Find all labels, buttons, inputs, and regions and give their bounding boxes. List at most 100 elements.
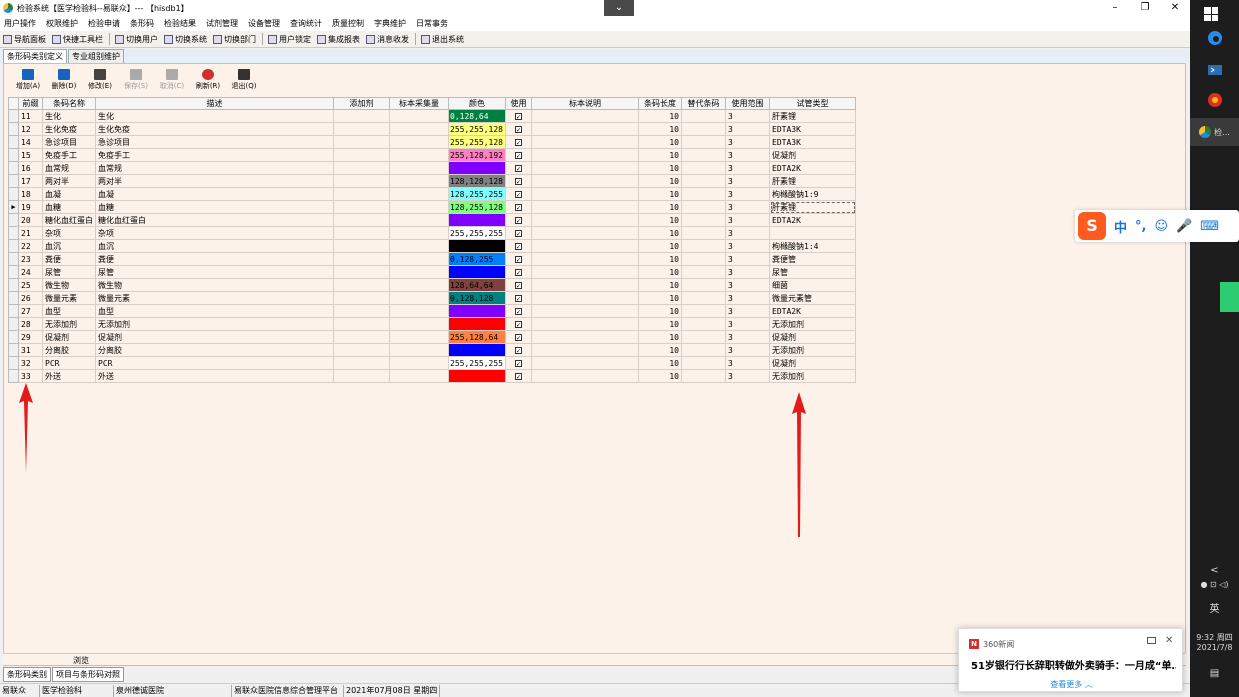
sample-volume-cell[interactable] <box>389 356 449 370</box>
sample-volume-cell[interactable] <box>389 369 449 383</box>
sample-note-cell[interactable] <box>531 239 639 253</box>
color-cell[interactable]: 255,255,128 <box>448 122 506 136</box>
use-checkbox[interactable]: ✓ <box>515 320 522 328</box>
sample-volume-cell[interactable] <box>389 148 449 162</box>
tube-type-cell[interactable] <box>769 226 856 240</box>
alt-barcode-cell[interactable] <box>681 252 726 266</box>
use-range-cell[interactable]: 3 <box>725 291 770 305</box>
barcode-length-cell[interactable]: 10 <box>638 148 682 162</box>
color-cell[interactable] <box>448 239 506 253</box>
use-checkbox[interactable]: ✓ <box>515 294 522 302</box>
ime-punctuation-icon[interactable]: °, <box>1135 219 1146 234</box>
tube-type-cell[interactable]: 枸橼酸钠1:4 <box>769 239 856 253</box>
description-cell[interactable]: 促凝剂 <box>95 330 334 344</box>
use-cell[interactable]: ✓ <box>505 369 532 383</box>
barcode-length-cell[interactable]: 10 <box>638 109 682 123</box>
use-cell[interactable]: ✓ <box>505 213 532 227</box>
taskbar-app-lis[interactable]: 检... <box>1190 118 1239 146</box>
prefix-cell[interactable]: 27 <box>18 304 43 318</box>
sample-volume-cell[interactable] <box>389 161 449 175</box>
action-edit-button[interactable]: 修改(E) <box>82 69 118 97</box>
barcode-length-cell[interactable]: 10 <box>638 161 682 175</box>
description-cell[interactable]: 微生物 <box>95 278 334 292</box>
barcode-length-cell[interactable]: 10 <box>638 187 682 201</box>
chevron-down-icon[interactable]: ⌄ <box>604 0 634 16</box>
use-checkbox[interactable]: ✓ <box>515 203 522 211</box>
row-indicator[interactable] <box>8 252 19 266</box>
tube-type-cell[interactable]: 促凝剂 <box>769 330 856 344</box>
color-cell[interactable]: 255,0,0 <box>448 317 506 331</box>
use-checkbox[interactable]: ✓ <box>515 138 522 146</box>
prefix-cell[interactable]: 20 <box>18 213 43 227</box>
toolbar-button-6[interactable]: 集成报表 <box>317 34 360 45</box>
sample-note-cell[interactable] <box>531 265 639 279</box>
clock-time[interactable]: 9:32 周四 <box>1190 632 1239 643</box>
sample-note-cell[interactable] <box>531 330 639 344</box>
use-cell[interactable]: ✓ <box>505 122 532 136</box>
barcode-length-cell[interactable]: 10 <box>638 291 682 305</box>
barcode-length-cell[interactable]: 10 <box>638 317 682 331</box>
name-cell[interactable]: 杂项 <box>42 226 96 240</box>
table-row[interactable]: 26 微量元素 微量元素 0,128,128 ✓ 10 3 微量元素管 <box>8 291 856 305</box>
use-checkbox[interactable]: ✓ <box>515 346 522 354</box>
description-cell[interactable]: 微量元素 <box>95 291 334 305</box>
row-indicator[interactable] <box>8 304 19 318</box>
description-cell[interactable]: 分离胶 <box>95 343 334 357</box>
alt-barcode-cell[interactable] <box>681 369 726 383</box>
use-range-cell[interactable]: 3 <box>725 265 770 279</box>
name-cell[interactable]: 外送 <box>42 369 96 383</box>
toolbar-button-5[interactable]: 用户锁定 <box>268 34 311 45</box>
alt-barcode-cell[interactable] <box>681 148 726 162</box>
use-range-cell[interactable]: 3 <box>725 200 770 214</box>
row-indicator[interactable] <box>8 278 19 292</box>
use-cell[interactable]: ✓ <box>505 317 532 331</box>
name-cell[interactable]: 无添加剂 <box>42 317 96 331</box>
use-checkbox[interactable]: ✓ <box>515 307 522 315</box>
tube-type-cell[interactable]: 促凝剂 <box>769 356 856 370</box>
name-cell[interactable]: 微生物 <box>42 278 96 292</box>
column-header[interactable]: 标本说明 <box>531 97 639 110</box>
alt-barcode-cell[interactable] <box>681 109 726 123</box>
additive-cell[interactable] <box>333 122 390 136</box>
use-range-cell[interactable]: 3 <box>725 226 770 240</box>
use-checkbox[interactable]: ✓ <box>515 281 522 289</box>
prefix-cell[interactable]: 14 <box>18 135 43 149</box>
description-cell[interactable]: 粪便 <box>95 252 334 266</box>
row-indicator[interactable] <box>8 213 19 227</box>
use-range-cell[interactable]: 3 <box>725 135 770 149</box>
alt-barcode-cell[interactable] <box>681 356 726 370</box>
menu-item-5[interactable]: 试剂管理 <box>206 18 238 29</box>
menu-item-10[interactable]: 日常事务 <box>416 18 448 29</box>
sample-volume-cell[interactable] <box>389 304 449 318</box>
toolbar-button-4[interactable]: 切换部门 <box>213 34 256 45</box>
row-indicator[interactable] <box>8 291 19 305</box>
use-checkbox[interactable]: ✓ <box>515 112 522 120</box>
table-row[interactable]: 11 生化 生化 0,128,64 ✓ 10 3 肝素锂 <box>8 109 856 123</box>
column-header[interactable]: 替代条码 <box>681 97 726 110</box>
alt-barcode-cell[interactable] <box>681 265 726 279</box>
row-indicator[interactable] <box>8 161 19 175</box>
sample-volume-cell[interactable] <box>389 317 449 331</box>
alt-barcode-cell[interactable] <box>681 317 726 331</box>
row-indicator[interactable] <box>8 226 19 240</box>
additive-cell[interactable] <box>333 200 390 214</box>
tube-type-cell[interactable]: EDTA3K <box>769 122 856 136</box>
sample-volume-cell[interactable] <box>389 343 449 357</box>
column-header[interactable]: 颜色 <box>448 97 506 110</box>
tube-type-cell[interactable]: 枸橼酸钠1:9 <box>769 187 856 201</box>
view-more-link[interactable]: 查看更多 ︿ <box>959 679 1184 690</box>
table-row[interactable]: 24 尿管 尿管 0,0,255 ✓ 10 3 尿管 <box>8 265 856 279</box>
action-refresh-button[interactable]: 刷新(R) <box>190 69 226 97</box>
row-indicator[interactable]: ▶ <box>8 200 19 214</box>
additive-cell[interactable] <box>333 135 390 149</box>
name-cell[interactable]: 血凝 <box>42 187 96 201</box>
use-range-cell[interactable]: 3 <box>725 343 770 357</box>
toolbar-button-0[interactable]: 导航面板 <box>3 34 46 45</box>
bottom-tab-0[interactable]: 条形码类别 <box>3 666 51 682</box>
sample-note-cell[interactable] <box>531 343 639 357</box>
name-cell[interactable]: 尿管 <box>42 265 96 279</box>
name-cell[interactable]: 粪便 <box>42 252 96 266</box>
alt-barcode-cell[interactable] <box>681 187 726 201</box>
menu-item-1[interactable]: 权限维护 <box>46 18 78 29</box>
description-cell[interactable]: 外送 <box>95 369 334 383</box>
